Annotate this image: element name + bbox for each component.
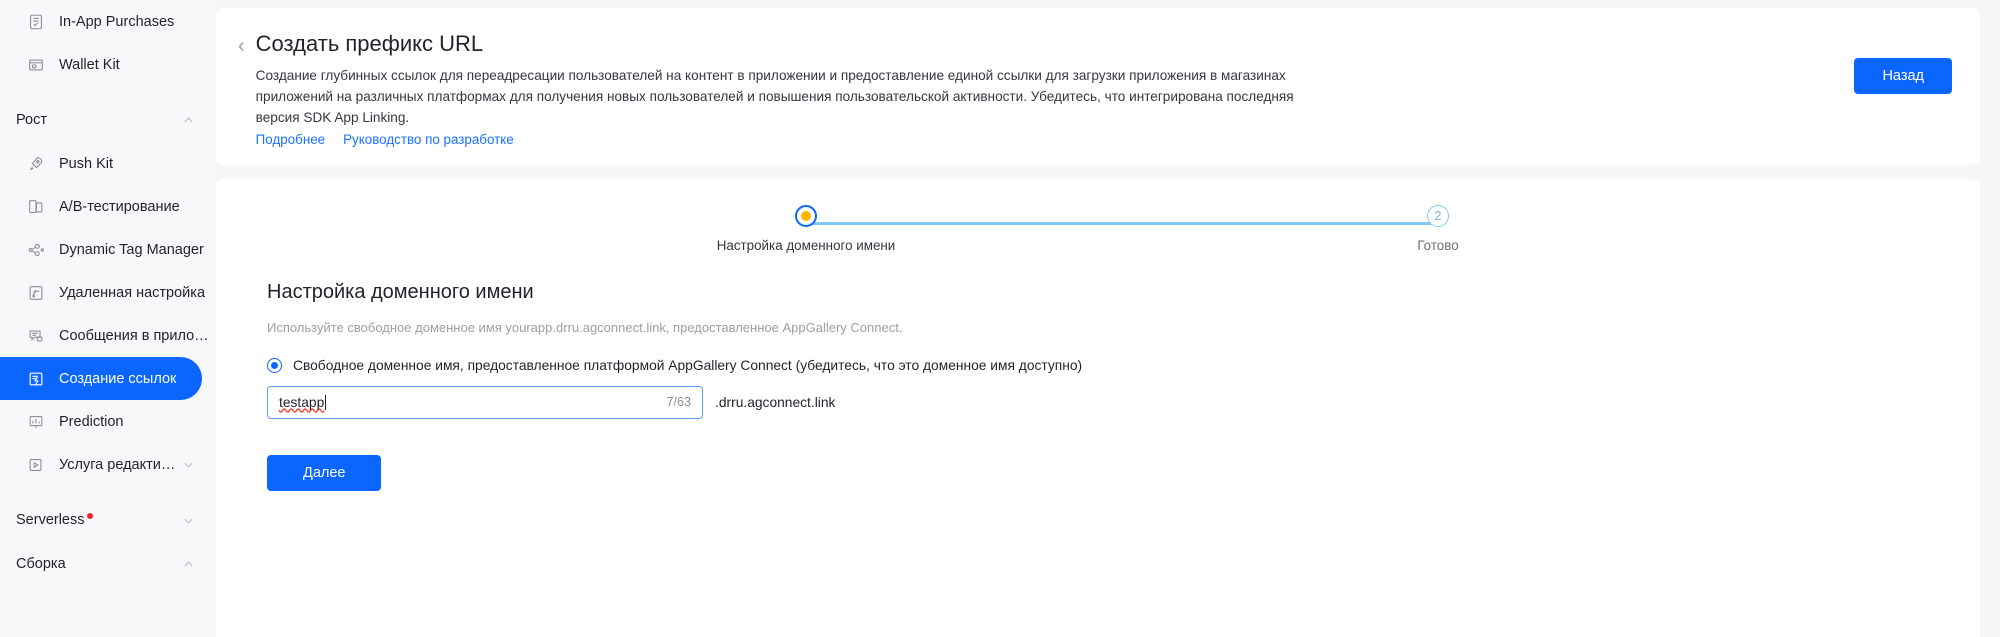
sidebar-item-label: Удаленная настройка (59, 284, 206, 301)
sidebar-item-dynamic-tag-manager[interactable]: Dynamic Tag Manager (0, 228, 216, 271)
app-root: In-App Purchases Wallet Kit Рост Push Ki… (0, 0, 2000, 637)
prediction-chart-icon (26, 412, 46, 432)
main-content: ‹ Создать префикс URL Создание глубинных… (216, 0, 2000, 637)
chevron-left-icon[interactable]: ‹ (238, 36, 245, 56)
sidebar-item-wallet-kit[interactable]: Wallet Kit (0, 43, 216, 86)
stepper-step-2: 2 Готово (1328, 204, 1548, 253)
app-linking-icon (26, 369, 46, 389)
sidebar-item-label: Wallet Kit (59, 56, 120, 73)
wizard-card: Настройка доменного имени 2 Готово Настр… (216, 178, 1980, 637)
sidebar-group-rost[interactable]: Рост (0, 98, 216, 142)
ab-test-icon (26, 197, 46, 217)
sidebar-item-label: A/B-тестирование (59, 198, 180, 215)
chevron-up-icon (183, 559, 194, 570)
step-1-circle (795, 204, 817, 227)
text-caret (325, 394, 327, 410)
domain-input[interactable]: testapp 7/63 (267, 385, 703, 419)
section-title: Настройка доменного имени (267, 280, 534, 303)
domain-input-value: testapp (279, 394, 325, 410)
header-links: Подробнее Руководство по разработке (256, 132, 1319, 147)
sidebar-item-label: Prediction (59, 413, 124, 430)
rocket-icon (26, 154, 46, 174)
sidebar-item-label: Услуга редактир… (59, 456, 183, 473)
sidebar-group-serverless[interactable]: Serverless (0, 498, 216, 542)
domain-input-row: testapp 7/63 .drru.agconnect.link (267, 385, 1952, 419)
domain-option-row[interactable]: Свободное доменное имя, предоставленное … (267, 357, 1952, 373)
sidebar-item-push-kit[interactable]: Push Kit (0, 142, 216, 185)
page-title: Создать префикс URL (255, 31, 484, 56)
step-2-circle: 2 (1427, 204, 1449, 227)
in-app-messaging-icon (26, 326, 46, 346)
chevron-down-icon (183, 515, 194, 526)
sidebar-item-label: Dynamic Tag Manager (59, 241, 204, 258)
receipt-icon (26, 12, 46, 32)
back-button[interactable]: Назад (1854, 58, 1952, 94)
sidebar-item-prediction[interactable]: Prediction (0, 400, 216, 443)
page-header-card: ‹ Создать префикс URL Создание глубинных… (216, 8, 1980, 165)
radio-free-domain[interactable] (267, 357, 282, 373)
sidebar-item-video-editor[interactable]: Услуга редактир… (0, 443, 216, 486)
domain-suffix: .drru.agconnect.link (715, 394, 836, 410)
step-2-label: Готово (1417, 237, 1459, 253)
sidebar-item-in-app-messaging[interactable]: Сообщения в прило… (0, 314, 216, 357)
sidebar-item-ab-testing[interactable]: A/B-тестирование (0, 185, 216, 228)
sidebar-item-label: Push Kit (59, 155, 113, 172)
char-counter: 7/63 (666, 395, 691, 410)
sidebar-item-remote-config[interactable]: Удаленная настройка (0, 271, 216, 314)
status-badge (86, 512, 93, 519)
chevron-up-icon (183, 115, 194, 126)
sidebar-group-label: Сборка (16, 556, 66, 572)
sidebar-item-label: Создание ссылок (59, 370, 177, 387)
stepper: Настройка доменного имени 2 Готово (238, 179, 1952, 275)
sidebar-item-in-app-purchases[interactable]: In-App Purchases (0, 0, 216, 43)
radio-label: Свободное доменное имя, предоставленное … (293, 357, 1083, 373)
chevron-down-icon[interactable] (183, 459, 194, 470)
sidebar-group-label: Serverless (16, 512, 85, 528)
section-hint: Используйте свободное доменное имя youra… (267, 319, 903, 335)
sidebar-item-label: Сообщения в прило… (59, 327, 209, 344)
video-editor-icon (26, 455, 46, 475)
sidebar: In-App Purchases Wallet Kit Рост Push Ki… (0, 0, 216, 637)
link-more-details[interactable]: Подробнее (256, 132, 325, 147)
step-2-number: 2 (1434, 208, 1442, 223)
sidebar-group-label: Рост (16, 112, 47, 128)
link-development-guide[interactable]: Руководство по разработке (343, 132, 514, 147)
wallet-icon (26, 55, 46, 75)
next-button[interactable]: Далее (267, 454, 382, 491)
sidebar-group-sborka[interactable]: Сборка (0, 542, 216, 586)
remote-config-icon (26, 283, 46, 303)
radio-dot (271, 361, 278, 369)
nodes-icon (26, 240, 46, 260)
stepper-step-1[interactable]: Настройка доменного имени (696, 204, 916, 253)
title-row: ‹ Создать префикс URL Создание глубинных… (238, 30, 1952, 147)
step-1-dot (801, 210, 811, 221)
step-1-label: Настройка доменного имени (716, 237, 896, 253)
sidebar-item-app-linking[interactable]: Создание ссылок (0, 357, 202, 400)
sidebar-item-label: In-App Purchases (59, 13, 175, 30)
page-description: Создание глубинных ссылок для переадреса… (255, 67, 1294, 125)
